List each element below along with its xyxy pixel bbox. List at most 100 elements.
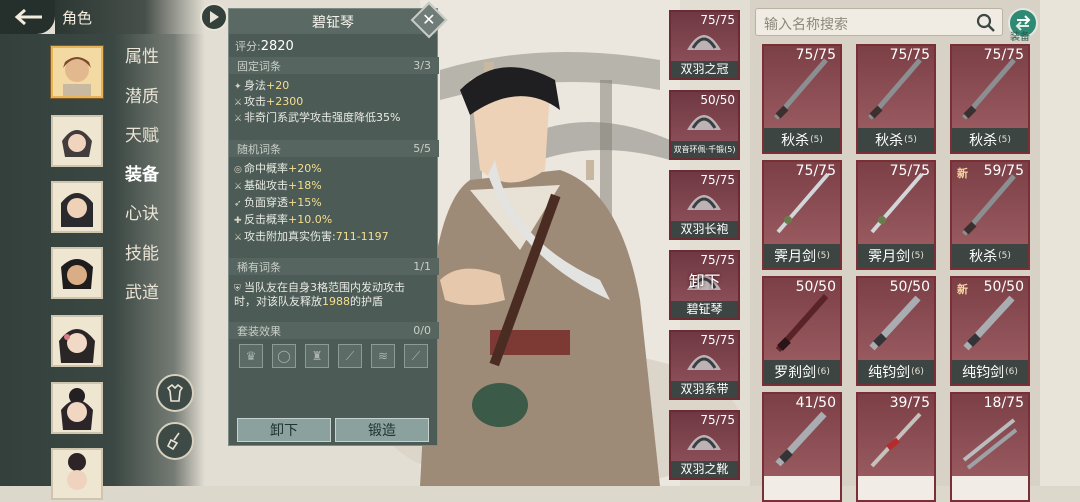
item-level: (6) (1005, 367, 1018, 377)
close-icon: ✕ (422, 10, 436, 29)
character-portrait[interactable] (51, 382, 103, 434)
play-button[interactable] (200, 3, 228, 31)
attr-name: 非奇门系武学攻击强度降低35% (244, 111, 401, 124)
item-level: (6) (817, 367, 830, 377)
search-input[interactable]: 输入名称搜索 (755, 8, 1003, 36)
search-icon[interactable] (976, 13, 996, 33)
attr-name: 基础攻击 (244, 179, 288, 192)
search-placeholder: 输入名称搜索 (764, 17, 848, 33)
equipped-slot-boots[interactable]: 75/75 双羽之靴 (669, 410, 740, 480)
item-name: 纯钧剑 (962, 365, 1005, 381)
set-slot-boots: ⟋ (404, 344, 428, 368)
item-name-bar: 霁月剑 (5) (764, 244, 840, 268)
item-name-bar: 罗刹剑 (6) (764, 360, 840, 384)
item-name: 罗刹剑 (774, 365, 817, 381)
set-slot-accessory: ◯ (272, 344, 296, 368)
inventory-item[interactable]: 75/75 秋杀 (5) (856, 44, 936, 154)
durability: 75/75 (700, 253, 735, 267)
character-portrait[interactable] (51, 448, 103, 500)
inventory-item[interactable]: 75/75 秋杀 (5) (950, 44, 1030, 154)
portrait-image (61, 388, 93, 430)
attr-value: +20 (266, 79, 290, 92)
rare-attrs-count: 1/1 (413, 260, 431, 273)
nav-attributes[interactable]: 属性 (125, 42, 159, 67)
unequip-button[interactable]: 卸下 (237, 418, 331, 442)
character-portrait[interactable] (51, 315, 103, 367)
durability: 50/50 (700, 93, 735, 107)
belt-icon: ≋ (377, 349, 389, 363)
fixed-attrs-label: 固定词条 (237, 59, 281, 73)
durability: 75/75 (700, 333, 735, 347)
item-name: 双音环佩·千锻(5) (671, 141, 738, 158)
ring-icon: ◯ (277, 349, 291, 363)
item-name: 秋杀 (781, 133, 810, 149)
item-level: (6) (911, 367, 924, 377)
score-label: 评分: (235, 40, 261, 53)
robe-icon: ♜ (311, 349, 323, 363)
durability: 50/50 (889, 279, 930, 295)
item-name: 秋杀 (969, 249, 998, 265)
inventory-item[interactable]: 59/75 新 秋杀 (5) (950, 160, 1030, 270)
portrait-image (59, 329, 95, 363)
rare-attrs-header: 稀有词条 1/1 (229, 258, 439, 275)
rare-attrs-label: 稀有词条 (237, 260, 281, 274)
item-name-bar: 霁月剑 (5) (858, 244, 934, 268)
inventory-item[interactable]: 50/50 纯钧剑 (6) (856, 276, 936, 386)
equipped-slot-robe[interactable]: 75/75 双羽长袍 (669, 170, 740, 240)
nav-mind-art[interactable]: 心诀 (125, 199, 159, 224)
inventory-item[interactable]: 50/50 新 纯钧剑 (6) (950, 276, 1030, 386)
nav-talent[interactable]: 天赋 (125, 121, 159, 146)
random-attr-line: ✚ 反击概率+10.0% (234, 211, 332, 227)
hat-icon: ♛ (245, 349, 257, 363)
character-portrait[interactable] (51, 115, 103, 167)
play-icon (210, 11, 219, 23)
random-attrs-header: 随机词条 5/5 (229, 140, 439, 157)
robe-icon (166, 383, 184, 402)
nav-equipment[interactable]: 装备 (125, 160, 159, 185)
attr-name: 身法 (244, 79, 266, 92)
broom-icon (166, 432, 180, 451)
score-value: 2820 (260, 39, 294, 54)
attack-icon: ⚔ (234, 182, 243, 192)
set-slot-robe: ♜ (305, 344, 329, 368)
item-name-bar: 秋杀 (5) (858, 128, 934, 152)
set-effect-label: 套装效果 (237, 324, 281, 338)
unequip-overlay[interactable]: 卸下 (671, 268, 738, 292)
attr-value: +20% (288, 162, 322, 175)
nav-potential[interactable]: 潜质 (125, 82, 159, 107)
item-name-bar: 秋杀 (5) (952, 128, 1028, 152)
forge-button[interactable]: 锻造 (335, 418, 429, 442)
item-detail-panel: 碧钲琴 ✕ 评分:2820 固定词条 3/3 ✦ 身法+20 ⚔ 攻击+2300 ⚔… (228, 1, 448, 446)
counter-icon: ✚ (234, 216, 242, 226)
back-button[interactable] (0, 0, 55, 34)
inventory-item[interactable]: 75/75 霁月剑 (5) (762, 160, 842, 270)
fixed-attr-line: ✦ 身法+20 (234, 77, 289, 93)
boots-icon: ⟋ (411, 348, 421, 363)
portrait-image (67, 453, 87, 490)
attr-value: +15% (288, 196, 322, 209)
item-name: 碧钲琴 (671, 301, 738, 318)
clean-button[interactable] (156, 422, 194, 460)
inventory-item[interactable]: 75/75 秋杀 (5) (762, 44, 842, 154)
equipped-slot-hat[interactable]: 75/75 双羽之冠 (669, 10, 740, 80)
inventory-item[interactable]: 50/50 罗刹剑 (6) (762, 276, 842, 386)
item-name: 双羽系带 (671, 381, 738, 398)
equipped-slot-belt[interactable]: 75/75 双羽系带 (669, 330, 740, 400)
pierce-icon: ➶ (234, 199, 242, 209)
character-portrait[interactable] (51, 46, 103, 98)
character-portrait[interactable] (51, 247, 103, 299)
character-portrait[interactable] (51, 181, 103, 233)
attr-value: 711-1197 (335, 230, 389, 243)
item-name: 碧钲琴 (229, 9, 437, 34)
page-title: 角色 (62, 9, 93, 27)
equipped-slot-qin[interactable]: 75/75 碧钲琴 卸下 (669, 250, 740, 320)
equipped-slot-pendant[interactable]: 50/50 双音环佩·千锻(5) (669, 90, 740, 160)
attr-name: 命中概率 (244, 162, 288, 175)
equip-filter-label: 装备 (1010, 32, 1030, 43)
set-effect-header: 套装效果 0/0 (229, 322, 439, 339)
nav-martial-way[interactable]: 武道 (125, 278, 159, 303)
nav-skills[interactable]: 技能 (125, 239, 159, 264)
inventory-item[interactable]: 75/75 霁月剑 (5) (856, 160, 936, 270)
outfit-button[interactable] (156, 374, 194, 412)
durability: 18/75 (983, 395, 1024, 411)
